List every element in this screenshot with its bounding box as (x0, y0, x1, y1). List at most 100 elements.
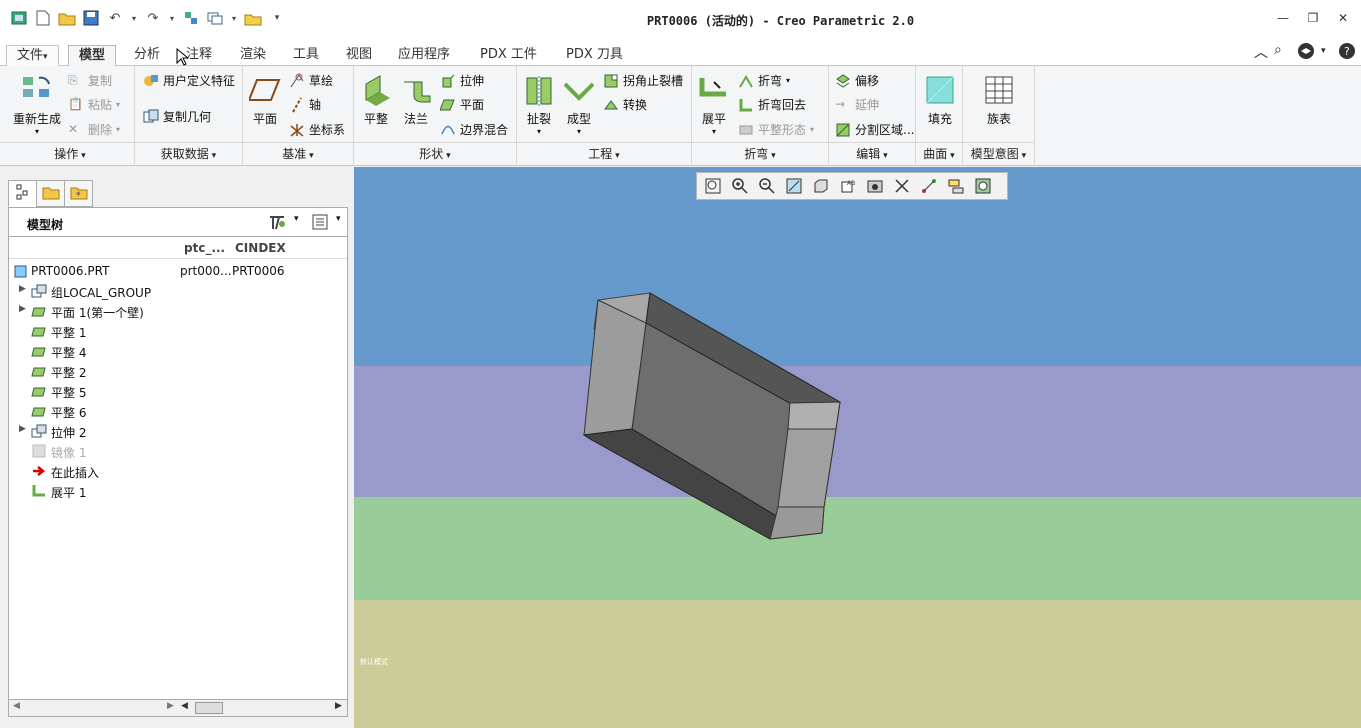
sheetmetal-part-model[interactable] (354, 167, 1361, 728)
form-button[interactable]: 成型 ▾ (561, 74, 597, 136)
tree-settings-icon[interactable] (267, 214, 287, 235)
bend-back-button[interactable]: 折弯回去 (738, 96, 806, 113)
tree-horizontal-scrollbar[interactable]: ◀ ▶ ◀ ▶ (8, 699, 348, 717)
minimize-icon[interactable]: — (1275, 10, 1291, 26)
tree-row[interactable]: 平整 5 (9, 381, 347, 401)
group-label-shapes[interactable]: 形状 (354, 145, 516, 162)
tab-pdx-workpiece[interactable]: PDX 工件 (470, 45, 547, 66)
group-label-bends[interactable]: 折弯 (692, 145, 828, 162)
tab-analysis[interactable]: 分析 (124, 45, 170, 66)
expand-arrow-icon[interactable]: ▶ (19, 424, 26, 434)
flange-wall-button[interactable]: 法兰 (398, 74, 434, 127)
column-header-ptc[interactable]: ptc_... (184, 241, 225, 255)
group-label-editing[interactable]: 编辑 (829, 145, 915, 162)
datum-plane-button[interactable]: 平面 (247, 74, 283, 127)
help-dropdown-icon[interactable]: ▾ (1321, 46, 1326, 56)
boundary-blend-button[interactable]: 边界混合 (440, 121, 508, 138)
delete-button[interactable]: ✕ 删除 ▾ (68, 121, 120, 138)
scroll-right-icon-2[interactable]: ▶ (335, 701, 342, 711)
extend-button[interactable]: → 延伸 (835, 96, 879, 113)
spin-center-icon[interactable] (918, 175, 940, 197)
tree-settings-dropdown-icon[interactable]: ▾ (294, 214, 299, 224)
tree-item-icon (31, 303, 47, 319)
display-style-icon[interactable] (810, 175, 832, 197)
saved-orientations-icon[interactable]: AB (837, 175, 859, 197)
tree-row[interactable]: 平整 1 (9, 321, 347, 341)
regenerate-button[interactable]: 重新生成 ▾ (12, 74, 62, 136)
sketch-button[interactable]: 草绘 (289, 72, 333, 89)
group-label-engineering[interactable]: 工程 (517, 145, 691, 162)
tab-pdx-tool[interactable]: PDX 刀具 (556, 45, 633, 66)
tree-row[interactable]: 镜像 1 (9, 441, 347, 461)
tab-applications[interactable]: 应用程序 (388, 45, 460, 66)
axis-button[interactable]: 轴 (289, 96, 321, 113)
tree-row[interactable]: 平整 2 (9, 361, 347, 381)
search-icon[interactable]: ⌕ (1274, 42, 1282, 58)
tree-item-icon (13, 263, 29, 279)
collapse-ribbon-icon[interactable]: ︿ (1254, 42, 1268, 62)
zoom-in-icon[interactable] (729, 175, 751, 197)
tree-item-icon (31, 423, 47, 439)
tree-row[interactable]: PRT0006.PRT prt000... PRT0006 (9, 261, 347, 281)
group-label-model-intent[interactable]: 模型意图 (963, 145, 1034, 162)
help-icon[interactable]: ? (1338, 42, 1356, 64)
scroll-left-icon[interactable]: ◀ (13, 701, 20, 711)
flat-state-button[interactable]: 平整形态 ▾ (738, 121, 814, 138)
fill-button[interactable]: 填充 (922, 74, 958, 127)
help-center-icon[interactable] (1297, 42, 1317, 64)
tab-model[interactable]: 模型 (68, 45, 117, 66)
group-label-surfaces[interactable]: 曲面 (916, 145, 962, 162)
tree-row[interactable]: 在此插入 (9, 461, 347, 481)
close-icon[interactable]: ✕ (1335, 10, 1351, 26)
model-tree-tab[interactable] (8, 180, 37, 207)
rip-button[interactable]: 扯裂 ▾ (521, 74, 557, 136)
group-label-operations[interactable]: 操作 (6, 145, 134, 162)
scroll-left-icon-2[interactable]: ◀ (181, 701, 188, 711)
scroll-right-icon[interactable]: ▶ (167, 701, 174, 711)
tab-tools[interactable]: 工具 (283, 45, 329, 66)
tree-row[interactable]: ▶ 平面 1(第一个壁) (9, 301, 347, 321)
view-manager-icon[interactable] (864, 175, 886, 197)
tree-row[interactable]: 平整 6 (9, 401, 347, 421)
udf-button[interactable]: 用户定义特征 (143, 72, 235, 89)
scroll-thumb[interactable] (195, 702, 223, 714)
corner-relief-button[interactable]: 拐角止裂槽 (603, 72, 683, 89)
tab-file[interactable]: 文件▾ (6, 45, 59, 66)
offset-button[interactable]: 偏移 (835, 72, 879, 89)
tree-row[interactable]: 平整 4 (9, 341, 347, 361)
extrude-button[interactable]: 拉伸 (440, 72, 484, 89)
refit-icon[interactable] (702, 175, 724, 197)
tab-view[interactable]: 视图 (336, 45, 382, 66)
paste-button[interactable]: 📋 粘贴 ▾ (68, 96, 120, 113)
datum-display-filters-icon[interactable] (891, 175, 913, 197)
expand-arrow-icon[interactable]: ▶ (19, 284, 26, 294)
restore-icon[interactable]: ❐ (1305, 10, 1321, 26)
tree-row[interactable]: ▶ 组LOCAL_GROUP (9, 281, 347, 301)
folder-browser-tab[interactable] (36, 180, 65, 207)
tree-show-dropdown-icon[interactable]: ▾ (336, 214, 341, 224)
planar-button[interactable]: 平面 (439, 96, 484, 113)
annotation-display-icon[interactable] (945, 175, 967, 197)
graphics-viewport[interactable]: AB 默认模式 (354, 167, 1361, 728)
tree-row[interactable]: ▶ 拉伸 2 (9, 421, 347, 441)
copy-geometry-button[interactable]: 复制几何 (143, 108, 211, 125)
split-area-button[interactable]: 分割区域... (835, 121, 914, 138)
tree-show-icon[interactable] (311, 213, 329, 234)
csys-button[interactable]: 坐标系 (289, 121, 345, 138)
family-table-button[interactable]: 族表 (981, 74, 1017, 127)
zoom-out-icon[interactable] (756, 175, 778, 197)
repaint-icon[interactable] (783, 175, 805, 197)
group-label-get-data[interactable]: 获取数据 (135, 145, 242, 162)
favorites-tab[interactable]: * (64, 180, 93, 207)
unbend-button[interactable]: 展平 ▾ (696, 74, 732, 136)
group-label-datum[interactable]: 基准 (243, 145, 353, 162)
bend-button[interactable]: 折弯 ▾ (738, 72, 790, 89)
convert-button[interactable]: 转换 (603, 96, 647, 113)
tab-render[interactable]: 渲染 (230, 45, 276, 66)
flat-wall-button[interactable]: 平整 (358, 74, 394, 127)
column-header-cindex[interactable]: CINDEX (235, 241, 286, 255)
tree-row[interactable]: 展平 1 (9, 481, 347, 501)
expand-arrow-icon[interactable]: ▶ (19, 304, 26, 314)
copy-button[interactable]: ⎘ 复制 (68, 72, 112, 89)
appearance-icon[interactable] (972, 175, 994, 197)
